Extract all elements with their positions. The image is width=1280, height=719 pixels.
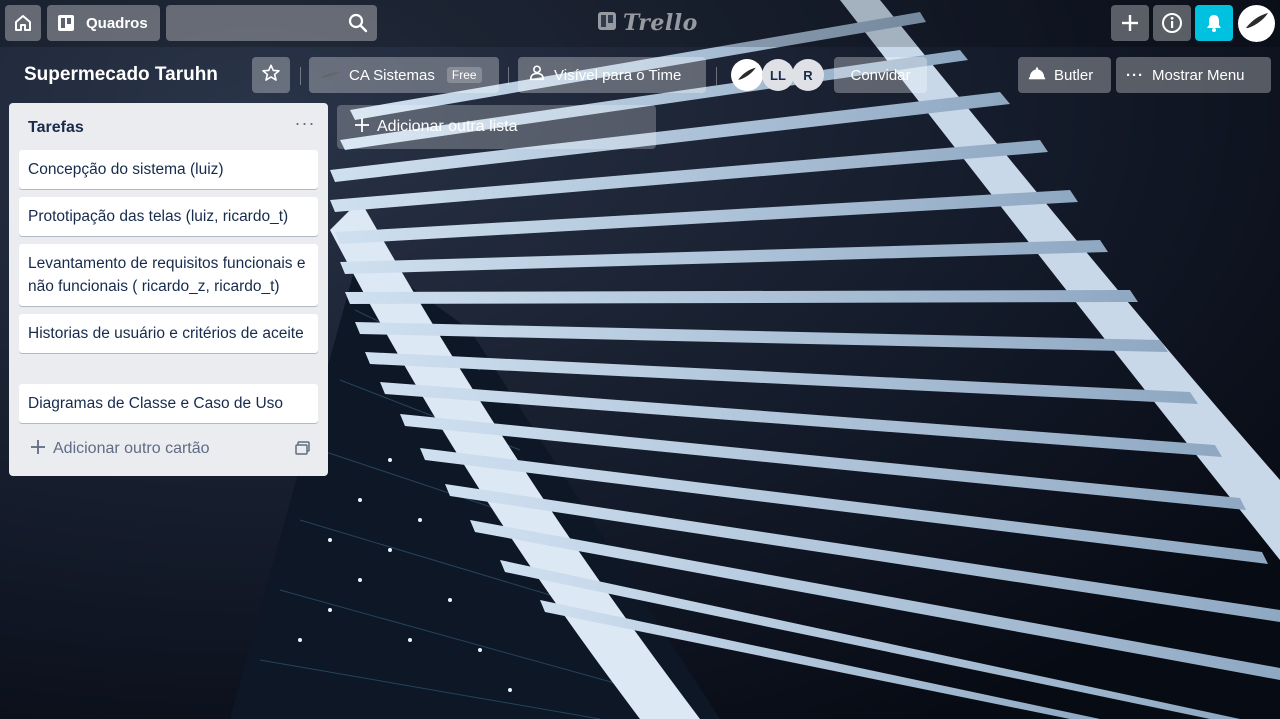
plus-icon	[1120, 13, 1140, 33]
team-icon	[319, 67, 341, 84]
search-input[interactable]	[166, 5, 377, 41]
header-divider	[716, 67, 717, 85]
list-card[interactable]: Prototipação das telas (luiz, ricardo_t)	[19, 197, 318, 236]
visibility-button[interactable]: Visível para o Time	[518, 57, 706, 93]
invite-button[interactable]: Convidar	[834, 57, 927, 93]
boards-button[interactable]: Quadros	[47, 5, 160, 41]
team-name: CA Sistemas	[349, 66, 435, 84]
star-icon	[262, 64, 280, 86]
info-icon	[1161, 12, 1183, 34]
home-button[interactable]	[5, 5, 41, 41]
boards-label: Quadros	[86, 14, 148, 32]
butler-icon	[1028, 65, 1046, 85]
header-divider	[300, 67, 301, 85]
create-button[interactable]	[1111, 5, 1149, 41]
butler-label: Butler	[1054, 66, 1094, 84]
member-avatar[interactable]: LL	[762, 59, 794, 91]
search-icon[interactable]	[348, 13, 368, 38]
butler-button[interactable]: Butler	[1018, 57, 1111, 93]
more-icon: ···	[1126, 66, 1144, 84]
list-tarefas[interactable]: Tarefas ··· Concepção do sistema (luiz) …	[9, 103, 328, 476]
board-title[interactable]: Supermecado Taruhn	[14, 57, 228, 93]
list-card[interactable]: Concepção do sistema (luiz)	[19, 150, 318, 189]
list-card[interactable]: Diagramas de Classe e Caso de Uso	[19, 384, 318, 423]
header-divider	[508, 67, 509, 85]
bell-icon	[1204, 13, 1224, 33]
show-menu-button[interactable]: ··· Mostrar Menu	[1116, 57, 1271, 93]
show-menu-label: Mostrar Menu	[1152, 66, 1245, 84]
trello-logo-text: Trello	[623, 10, 698, 36]
add-list-label: Adicionar outra lista	[377, 118, 518, 135]
trello-logo-icon	[597, 11, 617, 36]
template-icon[interactable]	[295, 441, 310, 460]
feather-icon	[736, 66, 758, 85]
home-icon	[13, 13, 33, 33]
user-avatar[interactable]	[1238, 5, 1275, 42]
feather-icon	[1244, 11, 1270, 36]
add-list-button[interactable]: Adicionar outra lista	[337, 105, 656, 149]
trello-logo[interactable]: Trello	[597, 9, 698, 37]
member-avatar-owner[interactable]	[731, 59, 763, 91]
plan-badge: Free	[446, 67, 482, 83]
plus-icon	[31, 439, 45, 459]
visibility-label: Visível para o Time	[554, 66, 682, 84]
star-button[interactable]	[252, 57, 290, 93]
list-menu-button[interactable]: ···	[293, 113, 317, 137]
board-icon	[56, 13, 76, 33]
add-card-label: Adicionar outro cartão	[53, 440, 210, 457]
list-card[interactable]: Levantamento de requisitos funcionais e …	[19, 244, 318, 306]
visibility-icon	[528, 64, 546, 86]
member-avatar[interactable]: R	[792, 59, 824, 91]
top-header: Quadros Trello	[0, 0, 1280, 47]
info-button[interactable]	[1153, 5, 1191, 41]
plus-icon	[355, 117, 369, 137]
notifications-button[interactable]	[1195, 5, 1233, 41]
list-card[interactable]: Historias de usuário e critérios de acei…	[19, 314, 318, 353]
list-title[interactable]: Tarefas	[28, 119, 84, 137]
add-card-button[interactable]: Adicionar outro cartão	[19, 431, 318, 467]
team-button[interactable]: CA Sistemas Free	[309, 57, 499, 93]
